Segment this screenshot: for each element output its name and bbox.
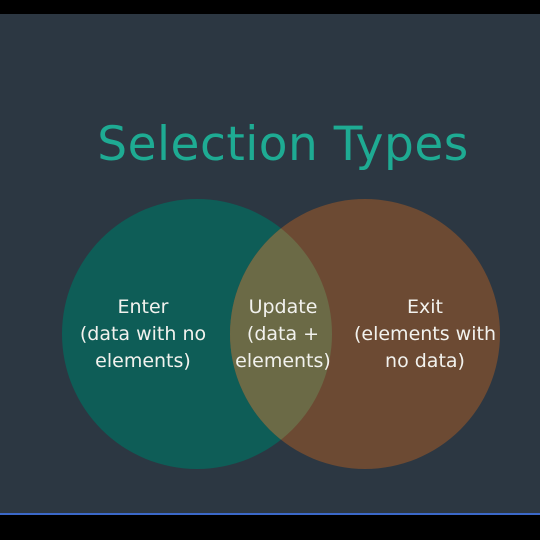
screen-frame: Selection Types Enter (data with no elem… [0,0,540,540]
enter-label: Enter (data with no elements) [79,296,207,372]
bottom-rule [0,513,540,515]
exit-label: Exit (elements with no data) [353,296,496,372]
slide-title: Selection Types [97,117,469,172]
venn-diagram [62,199,500,469]
update-label: Update (data + elements) [235,296,331,372]
